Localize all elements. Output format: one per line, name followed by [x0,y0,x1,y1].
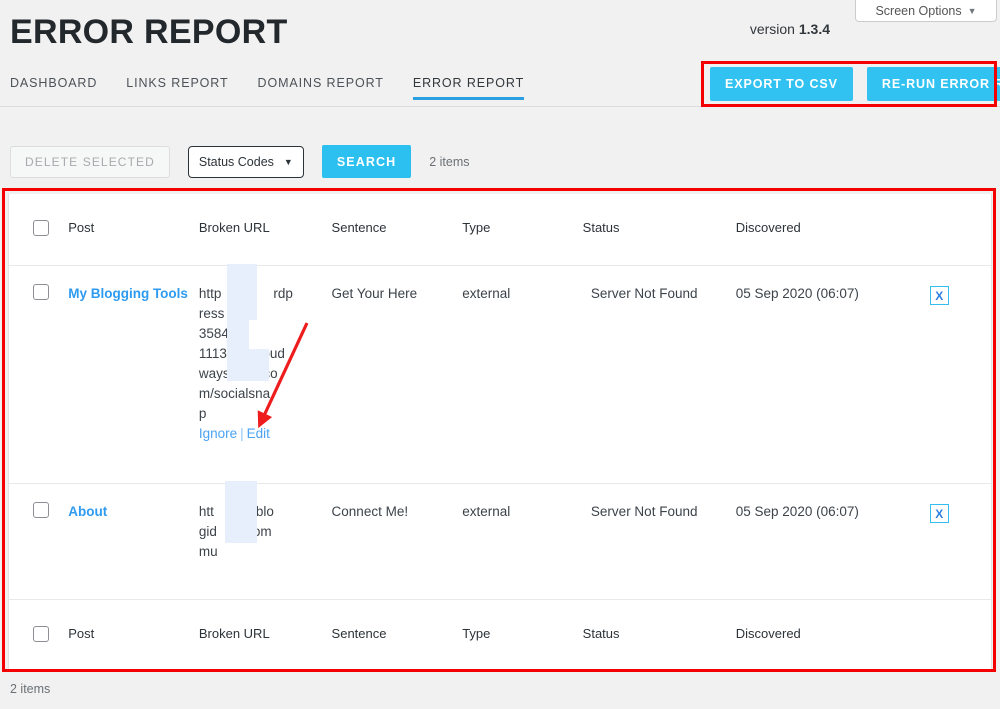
column-footer-discovered[interactable]: Discovered [736,600,930,670]
action-separator: | [240,426,244,441]
error-report-table: Post Broken URL Sentence Type Status Dis… [9,194,991,669]
table-header-row: Post Broken URL Sentence Type Status Dis… [9,194,991,266]
remove-row-button[interactable]: X [929,286,949,305]
version-number: 1.3.4 [798,21,830,37]
table-footer-row: Post Broken URL Sentence Type Status Dis… [9,599,991,670]
url-line[interactable]: mu [199,542,326,562]
column-header-discovered[interactable]: Discovered [736,194,930,266]
cell-broken-url: htt llblo gid om mu [199,481,332,600]
url-fragment: om [252,524,272,539]
re-run-error-report-button[interactable]: RE-RUN ERROR REPORT [866,67,1000,101]
screen-options-label: Screen Options [875,3,962,18]
page-title: ERROR REPORT [10,13,288,51]
column-header-broken-url[interactable]: Broken URL [199,194,332,266]
cell-type: external [462,504,511,519]
cell-remove: X [929,484,991,600]
column-footer-sentence[interactable]: Sentence [332,600,463,670]
post-link[interactable]: About [68,504,107,519]
cell-discovered: 05 Sep 2020 (06:07) [735,286,859,301]
column-header-post[interactable]: Post [68,194,199,266]
table-body: My Blogging Tools http rdp ress 3584 1113… [9,264,991,600]
report-tabs: DASHBOARD LINKS REPORT DOMAINS REPORT ER… [10,76,553,100]
cell-discovered: 05 Sep 2020 (06:07) [735,504,859,519]
url-fragment: llblo [249,504,274,519]
table-toolbar: DELETE SELECTED Status Codes ▼ SEARCH 2 … [10,145,470,178]
cell-sentence: Get Your Here [331,286,418,301]
column-header-actions [930,194,991,266]
column-header-sentence[interactable]: Sentence [332,194,463,266]
tab-dashboard[interactable]: DASHBOARD [10,76,97,100]
version-info: version 1.3.4 [750,21,830,37]
cell-broken-url: http rdp ress 3584 11135 oud ways .co m/soc… [199,264,332,484]
table-row: About htt llblo gid om mu Connect Me! exte… [9,481,991,600]
row-select-cell [9,266,68,484]
status-codes-select[interactable]: Status Codes ▼ [187,145,304,178]
cell-post: About [68,484,199,600]
status-codes-select-label: Status Codes [198,154,274,169]
export-to-csv-button[interactable]: EXPORT TO CSV [710,67,853,101]
chevron-down-icon: ▼ [967,5,977,16]
report-actions: EXPORT TO CSV RE-RUN ERROR REPORT [710,67,1000,101]
row-checkbox[interactable] [33,502,49,518]
url-line[interactable]: 11135 oud [199,344,326,364]
remove-row-button[interactable]: X [929,504,949,523]
row-checkbox[interactable] [33,284,49,300]
cell-status: Server Not Found [590,286,698,301]
url-line[interactable]: p [199,404,326,424]
nav-divider [0,106,1000,107]
url-fragment: rdp [273,286,293,301]
select-all-checkbox[interactable] [33,220,49,236]
url-fragment: 11135 [198,346,235,361]
url-fragment: gid [198,524,217,539]
error-report-table-card: Post Broken URL Sentence Type Status Dis… [8,194,992,669]
post-link[interactable]: My Blogging Tools [68,286,188,301]
column-header-type[interactable]: Type [462,194,582,266]
cell-post: My Blogging Tools [68,266,199,484]
column-footer-status[interactable]: Status [583,600,736,670]
column-footer-actions [930,600,991,670]
row-select-cell [9,484,68,600]
url-fragment: ways [198,366,230,381]
error-report-page: Screen Options ▼ ERROR REPORT version 1.… [0,0,1000,709]
cell-sentence: Connect Me! [331,504,409,519]
select-all-footer [9,600,68,670]
table-foot: Post Broken URL Sentence Type Status Dis… [9,599,991,670]
url-line[interactable]: ways .co [199,364,326,384]
delete-selected-button[interactable]: DELETE SELECTED [10,145,170,178]
chevron-down-icon: ▼ [283,156,293,167]
url-line[interactable]: http rdp [199,284,326,304]
table-head: Post Broken URL Sentence Type Status Dis… [9,194,991,266]
cell-status: Server Not Found [590,504,698,519]
edit-link[interactable]: Edit [247,426,270,441]
column-header-status[interactable]: Status [583,194,736,266]
search-button[interactable]: SEARCH [321,145,412,178]
items-count-bottom: 2 items [10,682,51,696]
url-line[interactable]: ress [199,304,326,324]
url-line[interactable]: htt llblo [199,502,326,522]
version-label: version [749,21,795,37]
items-count-top: 2 items [429,154,470,169]
url-fragment: http [198,286,222,301]
row-actions: Ignore | Edit [199,426,270,441]
column-footer-type[interactable]: Type [462,600,582,670]
url-line[interactable]: gid om [199,522,326,542]
tab-error-report[interactable]: ERROR REPORT [412,76,525,100]
cell-remove: X [929,266,991,484]
column-footer-broken-url[interactable]: Broken URL [199,600,332,670]
url-line[interactable]: m/socialsna [199,384,326,404]
ignore-link[interactable]: Ignore [199,426,237,441]
url-fragment: oud [262,346,285,361]
table-row: My Blogging Tools http rdp ress 3584 1113… [9,264,991,484]
screen-options-button[interactable]: Screen Options ▼ [855,0,997,22]
url-fragment: htt [198,504,214,519]
cell-type: external [462,286,511,301]
select-all-header [9,194,68,266]
url-fragment: .co [259,366,278,381]
select-all-checkbox[interactable] [33,626,49,642]
tab-links-report[interactable]: LINKS REPORT [126,76,228,100]
url-line[interactable]: 3584 [199,324,326,344]
column-footer-post[interactable]: Post [68,600,199,670]
tab-domains-report[interactable]: DOMAINS REPORT [258,76,384,100]
